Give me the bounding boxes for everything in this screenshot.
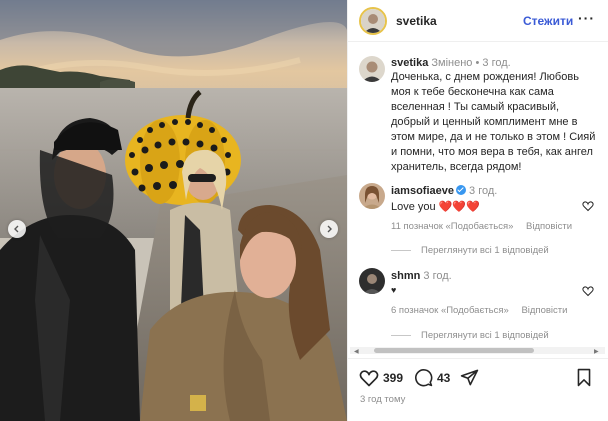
previous-photo-button[interactable] xyxy=(8,220,26,238)
horizontal-scrollbar[interactable] xyxy=(350,347,605,354)
post-side-panel: svetika Стежити ··· svetika Змінено • 3 … xyxy=(347,0,608,421)
comment-header: iamsofiaeve 3 год. xyxy=(391,185,497,197)
heart-icon[interactable] xyxy=(359,368,379,388)
caption-author-avatar[interactable] xyxy=(359,56,385,82)
post-photo[interactable] xyxy=(0,0,347,421)
author-username[interactable]: svetika xyxy=(396,14,437,28)
caption-text: Доченька, с днем рождения! Любовь моя к … xyxy=(391,71,596,173)
scrollbar-thumb[interactable] xyxy=(374,348,534,353)
avatar-image xyxy=(359,268,385,294)
view-replies-button[interactable]: Переглянути всі 1 відповідей xyxy=(391,245,549,256)
comment-meta: 11 позначок «Подобається» Відповісти xyxy=(391,221,582,232)
comment-time: 3 год. xyxy=(423,270,452,282)
replies-divider xyxy=(391,335,411,336)
post-header: svetika Стежити ··· xyxy=(348,0,608,42)
scroll-left-arrow-icon[interactable]: ◀ xyxy=(354,348,359,355)
comment-likes-count[interactable]: 6 позначок «Подобається» xyxy=(391,305,509,316)
bookmark-icon[interactable] xyxy=(576,368,592,387)
reply-button[interactable]: Відповісти xyxy=(521,305,567,316)
commenter-username[interactable]: iamsofiaeve xyxy=(391,185,454,197)
replies-divider xyxy=(391,250,411,251)
caption-time: 3 год. xyxy=(482,57,511,69)
verified-badge-icon xyxy=(455,185,466,195)
save-action[interactable] xyxy=(576,368,592,387)
comment-text: Love you ❤️❤️❤️ xyxy=(391,201,480,213)
comments-list[interactable]: svetika Змінено • 3 год. Доченька, с дне… xyxy=(348,43,606,356)
post-time-ago[interactable]: 3 год тому xyxy=(360,394,405,405)
next-photo-button[interactable] xyxy=(320,220,338,238)
view-replies-label: Переглянути всі 1 відповідей xyxy=(421,245,549,256)
commenter-avatar[interactable] xyxy=(359,183,385,209)
post-actions: 399 43 3 год тому xyxy=(348,358,608,421)
author-avatar[interactable] xyxy=(359,7,387,35)
like-action[interactable]: 399 xyxy=(359,368,403,388)
comment-action[interactable]: 43 xyxy=(414,368,450,387)
comment-time: 3 год. xyxy=(469,185,498,197)
caption-username[interactable]: svetika xyxy=(391,57,428,69)
comment-text: ♥ xyxy=(391,285,397,295)
separator-dot: • xyxy=(475,57,480,69)
commenter-username[interactable]: shmn xyxy=(391,270,420,282)
send-icon[interactable] xyxy=(460,368,479,387)
follow-button[interactable]: Стежити xyxy=(523,14,573,28)
photo-scene xyxy=(0,0,347,421)
avatar-image xyxy=(361,9,385,33)
reply-button[interactable]: Відповісти xyxy=(526,221,572,232)
comment-likes-count[interactable]: 11 позначок «Подобається» xyxy=(391,221,513,232)
avatar-image xyxy=(359,183,385,209)
edited-label: Змінено xyxy=(431,57,473,69)
commenter-avatar[interactable] xyxy=(359,268,385,294)
comment-count[interactable]: 43 xyxy=(437,371,450,385)
chevron-left-icon xyxy=(14,225,19,233)
share-action[interactable] xyxy=(460,368,479,387)
avatar-image xyxy=(359,56,385,82)
more-options-button[interactable]: ··· xyxy=(578,10,595,26)
view-replies-label: Переглянути всі 1 відповідей xyxy=(421,330,549,341)
comment-like-icon[interactable] xyxy=(582,285,594,297)
comment-icon[interactable] xyxy=(414,368,433,387)
view-replies-button[interactable]: Переглянути всі 1 відповідей xyxy=(391,330,549,341)
comment-like-icon[interactable] xyxy=(582,200,594,212)
scroll-right-arrow-icon[interactable]: ▶ xyxy=(594,348,599,355)
like-count[interactable]: 399 xyxy=(383,371,403,385)
chevron-right-icon xyxy=(327,225,332,233)
comment-header: shmn 3 год. xyxy=(391,270,452,282)
comment-meta: 6 позначок «Подобається» Відповісти xyxy=(391,305,577,316)
caption-header: svetika Змінено • 3 год. xyxy=(391,57,601,69)
